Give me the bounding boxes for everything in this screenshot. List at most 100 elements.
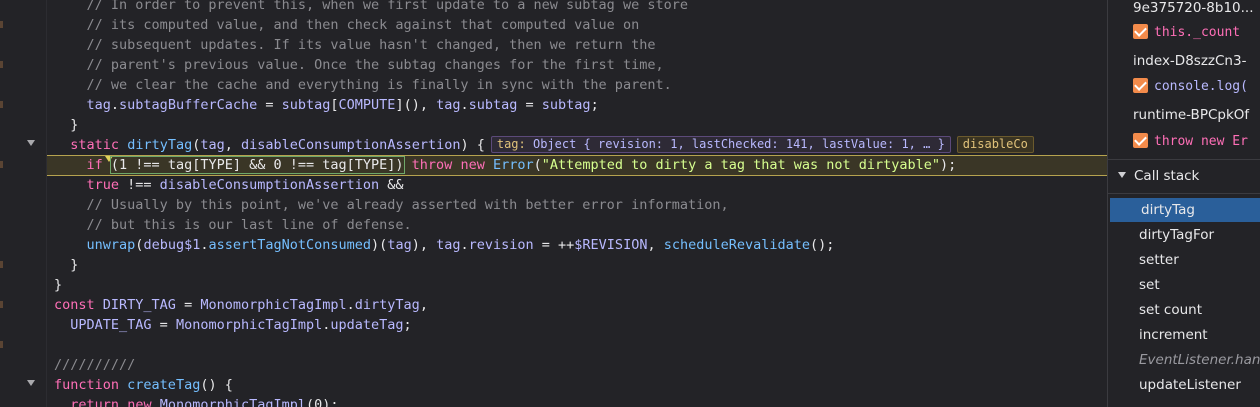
code-token: ; [403, 317, 412, 333]
code-token: } [54, 117, 79, 133]
code-token: . [346, 297, 355, 313]
code-line[interactable]: } [47, 255, 1107, 275]
code-token: tag [387, 237, 412, 253]
breakpoint-marker[interactable] [0, 161, 3, 168]
code-token: . [110, 97, 120, 113]
breakpoint-checkbox[interactable] [1133, 133, 1148, 148]
code-token: createTag [127, 377, 201, 393]
call-stack-group[interactable]: EventListener.hand [1108, 348, 1260, 372]
code-text: ////////// [54, 355, 135, 375]
code-line[interactable]: } [47, 275, 1107, 295]
code-token: , [647, 237, 664, 253]
code-line[interactable]: unwrap(debug$1.assertTagNotConsumed)(tag… [47, 235, 1107, 255]
breakpoint-file-1[interactable]: 9e375720-8b10... [1108, 0, 1260, 19]
code-text: // we clear the cache and everything is … [54, 75, 672, 95]
code-line[interactable]: // its computed value, and then check ag… [47, 15, 1107, 35]
call-stack-frame[interactable]: setter [1108, 248, 1260, 272]
code-text: if (1 !== tag[TYPE] && 0 !== tag[TYPE]) … [54, 156, 956, 175]
code-token: UPDATE_TAG [70, 317, 152, 333]
code-line[interactable]: // we clear the cache and everything is … [47, 75, 1107, 95]
breakpoint-item-1[interactable]: this._count [1108, 22, 1260, 44]
code-token: true [86, 177, 120, 193]
breakpoint-marker[interactable] [0, 261, 3, 268]
call-stack-frame[interactable]: set count [1108, 298, 1260, 322]
code-line[interactable] [47, 335, 1107, 355]
call-stack-header[interactable]: Call stack [1108, 165, 1260, 187]
code-text: UPDATE_TAG = MonomorphicTagImpl.updateTa… [54, 315, 412, 335]
code-line[interactable]: static dirtyTag(tag, disableConsumptionA… [47, 135, 1107, 155]
inline-preview-tag[interactable]: tag: Object { revision: 1, lastChecked: … [490, 136, 951, 153]
fold-toggle-icon[interactable] [27, 140, 35, 146]
breakpoint-marker[interactable] [0, 61, 3, 68]
breakpoint-marker[interactable] [0, 301, 3, 308]
code-token: DIRTY_TAG [102, 297, 176, 313]
code-text: function createTag() { [54, 375, 233, 395]
code-line[interactable]: // In order to prevent this, when we fir… [47, 0, 1107, 15]
paused-code-line[interactable]: if (1 !== tag[TYPE] && 0 !== tag[TYPE]) … [47, 155, 1107, 176]
code-line[interactable]: // parent's previous value. Once the sub… [47, 55, 1107, 75]
breakpoint-item-2[interactable]: console.log( [1108, 76, 1260, 98]
code-text: true !== disableConsumptionAssertion && [54, 175, 404, 195]
code-token: debug$1 [143, 237, 201, 253]
source-editor[interactable]: // In order to prevent this, when we fir… [47, 0, 1107, 407]
code-token: ) { [460, 137, 485, 153]
code-token: () { [200, 377, 233, 393]
call-stack-frame[interactable]: increment [1108, 323, 1260, 347]
breakpoint-checkbox[interactable] [1133, 24, 1148, 39]
code-line[interactable]: ////////// [47, 355, 1107, 375]
code-line[interactable]: const DIRTY_TAG = MonomorphicTagImpl.dir… [47, 295, 1107, 315]
code-token: subtag [541, 97, 591, 113]
code-token: throw [411, 157, 453, 173]
code-line[interactable]: // Usually by this point, we've already … [47, 195, 1107, 215]
code-token: && [379, 177, 404, 193]
breakpoint-code: this._count [1154, 25, 1241, 40]
code-token: tag [200, 137, 225, 153]
code-line[interactable]: tag.subtagBufferCache = subtag[COMPUTE](… [47, 95, 1107, 115]
code-token: $REVISION [574, 237, 648, 253]
code-token: ), [411, 237, 437, 253]
code-token: revision [468, 237, 534, 253]
code-token: ( [533, 157, 542, 173]
code-token: // subsequent updates. If its value hasn… [54, 37, 656, 53]
call-stack-frame[interactable]: dirtyTag [1110, 198, 1260, 222]
call-stack-frame[interactable]: updateListener [1108, 373, 1260, 397]
debugger-side-panel: 9e375720-8b10... this._count index-D8szz… [1108, 0, 1260, 407]
code-line[interactable]: // subsequent updates. If its value hasn… [47, 35, 1107, 55]
code-token: // parent's previous value. Once the sub… [54, 57, 664, 73]
section-separator [1108, 193, 1260, 194]
breakpoint-checkbox[interactable] [1133, 78, 1148, 93]
code-line[interactable]: } [47, 115, 1107, 135]
breakpoint-file-2[interactable]: index-D8szzCn3- [1108, 50, 1260, 72]
code-line[interactable]: true !== disableConsumptionAssertion && [47, 175, 1107, 195]
code-line[interactable]: return new MonomorphicTagImpl(0); [47, 395, 1107, 407]
breakpoint-marker[interactable] [0, 101, 3, 108]
call-stack-frame[interactable]: set [1108, 273, 1260, 297]
breakpoint-marker[interactable] [0, 341, 3, 348]
code-token: (0); [306, 397, 339, 407]
breakpoint-marker[interactable] [0, 21, 3, 28]
code-text: static dirtyTag(tag, disableConsumptionA… [54, 135, 1034, 155]
inline-preview-value: Object { revision: 1, lastChecked: 141, … [532, 137, 945, 151]
code-line[interactable]: function createTag() { [47, 375, 1107, 395]
code-token: COMPUTE [338, 97, 396, 113]
call-stack-frame[interactable]: dirtyTagFor [1108, 223, 1260, 247]
code-line[interactable]: UPDATE_TAG = MonomorphicTagImpl.updateTa… [47, 315, 1107, 335]
code-token: "Attempted to dirty a tag that was not d… [541, 157, 941, 173]
fold-toggle-icon[interactable] [27, 380, 35, 386]
code-token: ](), [395, 97, 437, 113]
code-token: new [127, 397, 152, 407]
code-token: ; [590, 97, 599, 113]
breakpoint-item-3[interactable]: throw new Er [1108, 131, 1260, 153]
code-text: const DIRTY_TAG = MonomorphicTagImpl.dir… [54, 295, 428, 315]
code-text: return new MonomorphicTagImpl(0); [54, 395, 339, 407]
breakpoint-file-3[interactable]: runtime-BPCpkOf [1108, 104, 1260, 126]
code-text: } [54, 255, 78, 275]
inline-preview-disable[interactable]: disableCo [956, 136, 1034, 153]
code-line[interactable]: // but this is our last line of defense. [47, 215, 1107, 235]
code-token: , [419, 297, 428, 313]
breakpoint-file-label: 9e375720-8b10... [1133, 0, 1254, 16]
